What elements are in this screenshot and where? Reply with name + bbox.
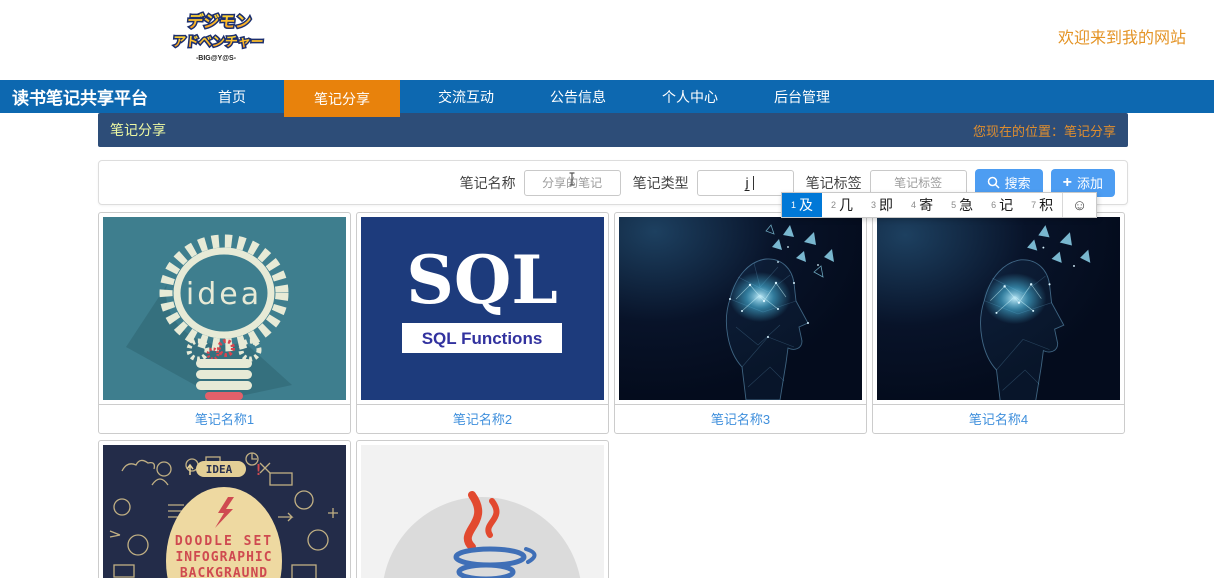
doodle-top-mark: !	[254, 461, 263, 479]
ime-candidate-window: 1 及 2 几 3 即 4 寄 5 急 6 记 7 积 ☺	[781, 192, 1098, 218]
ime-candidate[interactable]: 3 即	[862, 193, 902, 217]
note-card-title[interactable]: 笔记名称4	[873, 404, 1124, 433]
main-navbar: 读书笔记共享平台 首页 笔记分享 交流互动 公告信息 个人中心 后台管理	[0, 80, 1214, 117]
ime-candidate-char: 即	[879, 197, 894, 213]
ime-candidate[interactable]: 7 积	[1022, 193, 1062, 217]
note-card-title[interactable]: 笔记名称3	[615, 404, 866, 433]
note-type-input[interactable]	[696, 169, 794, 196]
note-type-label: 笔记类型	[632, 174, 689, 191]
doodle-top-text: IDEA	[206, 463, 233, 476]
logo-line1: デジモン	[186, 12, 252, 31]
doodle-line1: DOODLE SET	[175, 534, 273, 549]
sql-heading: SQL	[406, 241, 558, 319]
note-cover-ai-head[interactable]	[619, 217, 862, 400]
ime-candidate[interactable]: 4 寄	[902, 193, 942, 217]
ime-candidate[interactable]: 6 记	[982, 193, 1022, 217]
ime-candidate[interactable]: 2 几	[822, 193, 862, 217]
note-card-grid: idea 笔记名称1 SQL SQL Functions 笔记名称2 笔记名称3…	[98, 212, 1128, 578]
note-cover-idea-bulb[interactable]: idea	[103, 217, 346, 400]
note-card[interactable]: 笔记名称3	[614, 212, 867, 434]
doodle-line3: BACKGRAUND	[180, 566, 268, 578]
ime-candidate-number: 4	[911, 200, 917, 210]
ime-candidate-number: 6	[991, 200, 997, 210]
ime-candidate-char: 及	[799, 197, 814, 213]
note-name-label: 笔记名称	[459, 174, 516, 191]
ime-candidate-char: 寄	[919, 197, 934, 213]
note-cover-doodle[interactable]: IDEA ! DOODLE SET INFOGRAPHIC BACKGRAUND	[103, 445, 346, 578]
add-button-label: 添加	[1076, 176, 1103, 191]
plus-icon: +	[1062, 173, 1072, 191]
ime-candidate-number: 7	[1031, 200, 1037, 210]
ime-candidate-char: 记	[999, 197, 1014, 213]
note-tag-label: 笔记标签	[805, 174, 862, 191]
nav-item-home[interactable]: 首页	[200, 80, 264, 113]
sql-caption: SQL Functions	[422, 329, 543, 348]
ime-candidate-char: 积	[1039, 197, 1054, 213]
nav-item-interaction[interactable]: 交流互动	[420, 80, 512, 113]
ime-candidate[interactable]: 5 急	[942, 193, 982, 217]
breadcrumb-bar: 笔记分享 您现在的位置：笔记分享	[98, 113, 1128, 147]
logo-line2: アドベンチャー	[172, 34, 264, 49]
doodle-line2: INFOGRAPHIC	[175, 550, 272, 565]
note-card[interactable]: IDEA ! DOODLE SET INFOGRAPHIC BACKGRAUND	[98, 440, 351, 578]
ime-candidate-number: 5	[951, 200, 957, 210]
ime-candidate-char: 急	[959, 197, 974, 213]
note-card[interactable]: 笔记名称4	[872, 212, 1125, 434]
search-button-label: 搜索	[1004, 176, 1031, 191]
note-cover-ai-head[interactable]	[877, 217, 1120, 400]
breadcrumb-location: 您现在的位置：笔记分享	[972, 123, 1116, 139]
page-header: デジモン アドベンチャー -BIG@Y@S- 欢迎来到我的网站	[0, 0, 1214, 80]
nav-items: 首页 笔记分享 交流互动 公告信息 个人中心 后台管理	[190, 80, 858, 117]
site-brand[interactable]: 读书笔记共享平台	[0, 84, 162, 109]
idea-overlay-text: idea	[186, 277, 262, 312]
ime-candidate-number: 1	[791, 200, 797, 210]
note-cover-sql[interactable]: SQL SQL Functions	[361, 217, 604, 400]
note-cover-java[interactable]	[361, 445, 604, 578]
ime-candidate-number: 2	[831, 200, 837, 210]
note-card[interactable]: idea 笔记名称1	[98, 212, 351, 434]
ime-candidate-number: 3	[871, 200, 877, 210]
nav-item-admin[interactable]: 后台管理	[756, 80, 848, 113]
nav-item-announcements[interactable]: 公告信息	[532, 80, 624, 113]
page-title: 笔记分享	[110, 122, 166, 138]
note-name-input[interactable]	[523, 169, 621, 196]
note-card-title[interactable]: 笔记名称2	[357, 404, 608, 433]
note-card-title[interactable]: 笔记名称1	[99, 404, 350, 433]
ime-candidate[interactable]: 1 及	[782, 193, 823, 217]
note-card[interactable]: SQL SQL Functions 笔记名称2	[356, 212, 609, 434]
nav-item-personal-center[interactable]: 个人中心	[644, 80, 736, 113]
search-icon	[987, 176, 1000, 189]
ime-emoji-button[interactable]: ☺	[1062, 193, 1096, 217]
note-card[interactable]	[356, 440, 609, 578]
ime-candidate-char: 几	[839, 197, 854, 213]
nav-item-note-share[interactable]: 笔记分享	[284, 80, 400, 117]
logo-subtitle: -BIG@Y@S-	[196, 55, 237, 62]
welcome-text: 欢迎来到我的网站	[1057, 30, 1186, 47]
digimon-logo: デジモン アドベンチャー -BIG@Y@S-	[171, 11, 266, 62]
